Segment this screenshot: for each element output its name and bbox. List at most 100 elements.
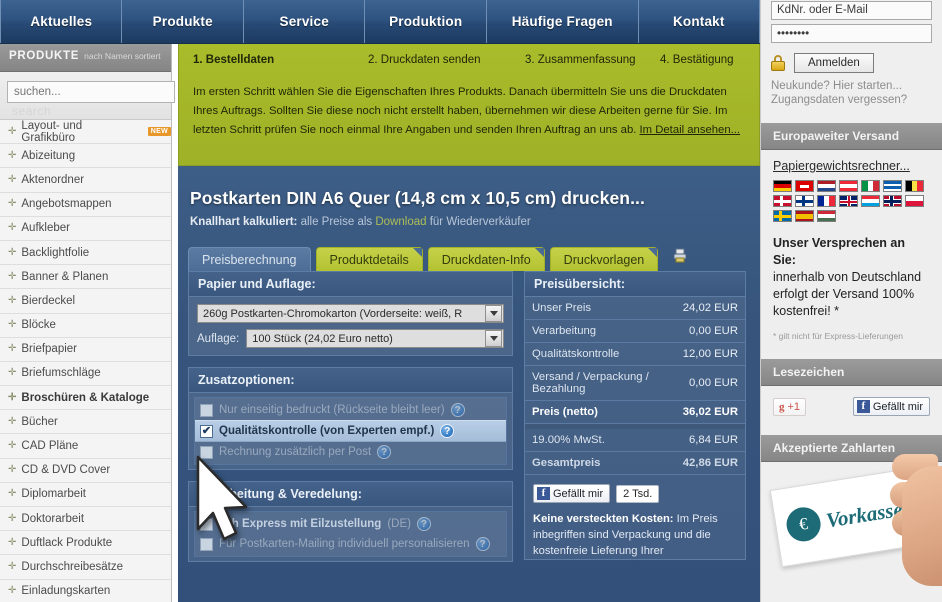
help-icon[interactable]: ? [377, 445, 392, 459]
checkbox-personalisieren[interactable] [200, 537, 213, 551]
help-icon[interactable]: ? [475, 537, 490, 551]
price-label: Gesamtpreis [532, 457, 601, 469]
step-3-zusammenfassung[interactable]: 3. Zusammenfassung [525, 54, 660, 66]
option-row-qualitaetskontrolle[interactable]: Qualitätskontrolle (von Experten empf.) … [195, 420, 506, 442]
lock-icon [771, 55, 785, 71]
sidebar-item-cd-dvd-cover[interactable]: ✛ CD & DVD Cover [0, 458, 171, 483]
tab-druckvorlagen[interactable]: Druckvorlagen [549, 247, 659, 271]
sidebar-item-aktenordner[interactable]: ✛ Aktenordner [0, 168, 171, 193]
sidebar-item-bierdeckel[interactable]: ✛ Bierdeckel [0, 289, 171, 314]
sidebar-item-einladungskarten[interactable]: ✛ Einladungskarten [0, 579, 171, 602]
option-row-einseitig[interactable]: Nur einseitig bedruckt (Rückseite bleibt… [195, 400, 506, 420]
plus-icon: ✛ [8, 464, 17, 476]
sidebar-item-durchschreibesaetze[interactable]: ✛ Durchschreibesätze [0, 555, 171, 580]
sidebar-item-bloecke[interactable]: ✛ Blöcke [0, 313, 171, 338]
login-username-field[interactable] [771, 0, 932, 20]
search-ghost-text: search [12, 104, 52, 118]
option-row-personalisieren[interactable]: Für Postkarten-Mailing individuell perso… [195, 534, 506, 554]
sidebar-item-aufkleber[interactable]: ✛ Aufkleber [0, 216, 171, 241]
sidebar-item-buecher[interactable]: ✛ Bücher [0, 410, 171, 435]
flag-be[interactable] [905, 180, 924, 192]
checkbox-rechnung-post[interactable] [200, 445, 213, 459]
auflage-select[interactable]: 100 Stück (24,02 Euro netto) [246, 329, 504, 348]
tab-druckdaten-info[interactable]: Druckdaten-Info [427, 247, 545, 271]
plus-icon: ✛ [8, 391, 17, 403]
nav-item-kontakt[interactable]: Kontakt [639, 0, 761, 43]
chevron-down-icon [485, 305, 502, 322]
price-value: 0,00 EUR [689, 377, 738, 389]
flag-gr[interactable] [883, 180, 902, 192]
step-4-bestaetigung[interactable]: 4. Bestätigung [660, 54, 734, 66]
login-password-field[interactable] [771, 24, 932, 43]
flag-hu[interactable] [817, 210, 836, 222]
new-customer-link[interactable]: Neukunde? Hier starten... [771, 80, 932, 92]
flag-pl[interactable] [905, 195, 924, 207]
category-label: Bücher [21, 415, 58, 428]
sidebar-item-banner-planen[interactable]: ✛ Banner & Planen [0, 265, 171, 290]
option-row-48h-express[interactable]: 48h Express mit Eilzustellung (DE) ? [195, 514, 506, 534]
login-button[interactable]: Anmelden [794, 53, 874, 73]
detail-link[interactable]: Im Detail ansehen... [640, 124, 740, 136]
category-list: ✛ Layout- und Grafikbüro NEW ✛ Abizeitung ✛… [0, 120, 171, 602]
facebook-like-button[interactable]: f Gefällt mir [533, 484, 611, 503]
nav-item-haeufige-fragen[interactable]: Häufige Fragen [487, 0, 639, 43]
flag-it[interactable] [861, 180, 880, 192]
price-table: Unser Preis 24,02 EUR Verarbeitung 0,00 … [524, 296, 746, 560]
flag-de[interactable] [773, 180, 792, 192]
flag-nl[interactable] [817, 180, 836, 192]
search-input[interactable] [7, 81, 175, 103]
finishing-section-title: Verarbeitung & Veredelung: [188, 481, 513, 506]
tab-produktdetails[interactable]: Produktdetails [315, 247, 423, 271]
tab-label: Druckdaten-Info [441, 252, 531, 267]
checkbox-48h-express[interactable] [200, 517, 213, 531]
tab-preisberechnung[interactable]: Preisberechnung [188, 247, 311, 271]
help-icon[interactable]: ? [450, 403, 465, 417]
flag-no[interactable] [883, 195, 902, 207]
checkbox-qualitaetskontrolle[interactable] [200, 424, 213, 438]
sidebar-item-broschueren-kataloge[interactable]: ✛ Broschüren & Kataloge [0, 386, 171, 411]
flag-dk[interactable] [773, 195, 792, 207]
download-link[interactable]: Download [375, 216, 426, 228]
sidebar-item-backlightfolie[interactable]: ✛ Backlightfolie [0, 240, 171, 266]
sidebar-item-diplomarbeit[interactable]: ✛ Diplomarbeit [0, 482, 171, 507]
help-icon[interactable]: ? [416, 517, 431, 531]
nav-item-aktuelles[interactable]: Aktuelles [0, 0, 123, 43]
step-1-bestelldaten[interactable]: 1. Bestelldaten [193, 54, 368, 66]
flag-gb[interactable] [839, 195, 858, 207]
sidebar-item-briefumschlaege[interactable]: ✛ Briefumschläge [0, 361, 171, 387]
sidebar-item-layout-grafikbuero[interactable]: ✛ Layout- und Grafikbüro NEW [0, 120, 171, 145]
nav-label: Kontakt [672, 14, 725, 29]
forgot-credentials-link[interactable]: Zugangsdaten vergessen? [771, 94, 932, 106]
sidebar-item-doktorarbeit[interactable]: ✛ Doktorarbeit [0, 507, 171, 532]
sidebar-item-angebotsmappen[interactable]: ✛ Angebotsmappen [0, 192, 171, 217]
option-row-rechnung-post[interactable]: Rechnung zusätzlich per Post ? [195, 442, 506, 462]
paper-weight-calculator-link[interactable]: Papiergewichtsrechner... [773, 159, 930, 173]
flag-fi[interactable] [795, 195, 814, 207]
step-2-druckdaten-senden[interactable]: 2. Druckdaten senden [368, 54, 525, 66]
flag-es[interactable] [795, 210, 814, 222]
option-label-bold: 48h Express mit Eilzustellung [219, 518, 382, 530]
shipping-section-body: Papiergewichtsrechner... Unser Versprech… [761, 150, 942, 353]
help-icon[interactable]: ? [440, 424, 455, 438]
flag-se[interactable] [773, 210, 792, 222]
sidebar-item-cad-plaene[interactable]: ✛ CAD Pläne [0, 434, 171, 459]
checkbox-einseitig[interactable] [200, 403, 213, 417]
sidebar-item-briefpapier[interactable]: ✛ Briefpapier [0, 337, 171, 362]
flag-ch[interactable] [795, 180, 814, 192]
nav-item-produkte[interactable]: Produkte [122, 0, 244, 43]
tab-label: Preisberechnung [202, 252, 297, 267]
print-button[interactable] [672, 248, 688, 268]
nav-item-service[interactable]: Service [244, 0, 366, 43]
sidebar-item-abizeitung[interactable]: ✛ Abizeitung [0, 144, 171, 169]
flag-lu[interactable] [861, 195, 880, 207]
sidebar-item-duftlack-produkte[interactable]: ✛ Duftlack Produkte [0, 531, 171, 556]
product-sidebar: PRODUKTE nach Namen sortiert search ✛ Lay… [0, 44, 196, 602]
google-plus-one-button[interactable]: g +1 [773, 397, 807, 416]
nav-item-produktion[interactable]: Produktion [365, 0, 487, 43]
flag-at[interactable] [839, 180, 858, 192]
flag-fr[interactable] [817, 195, 836, 207]
plus-icon: ✛ [8, 536, 17, 548]
paper-select[interactable]: 260g Postkarten-Chromokarton (Vorderseit… [197, 304, 504, 323]
price-value: 42,86 EUR [682, 457, 738, 469]
facebook-like-button-sidebar[interactable]: f Gefällt mir [852, 397, 930, 416]
